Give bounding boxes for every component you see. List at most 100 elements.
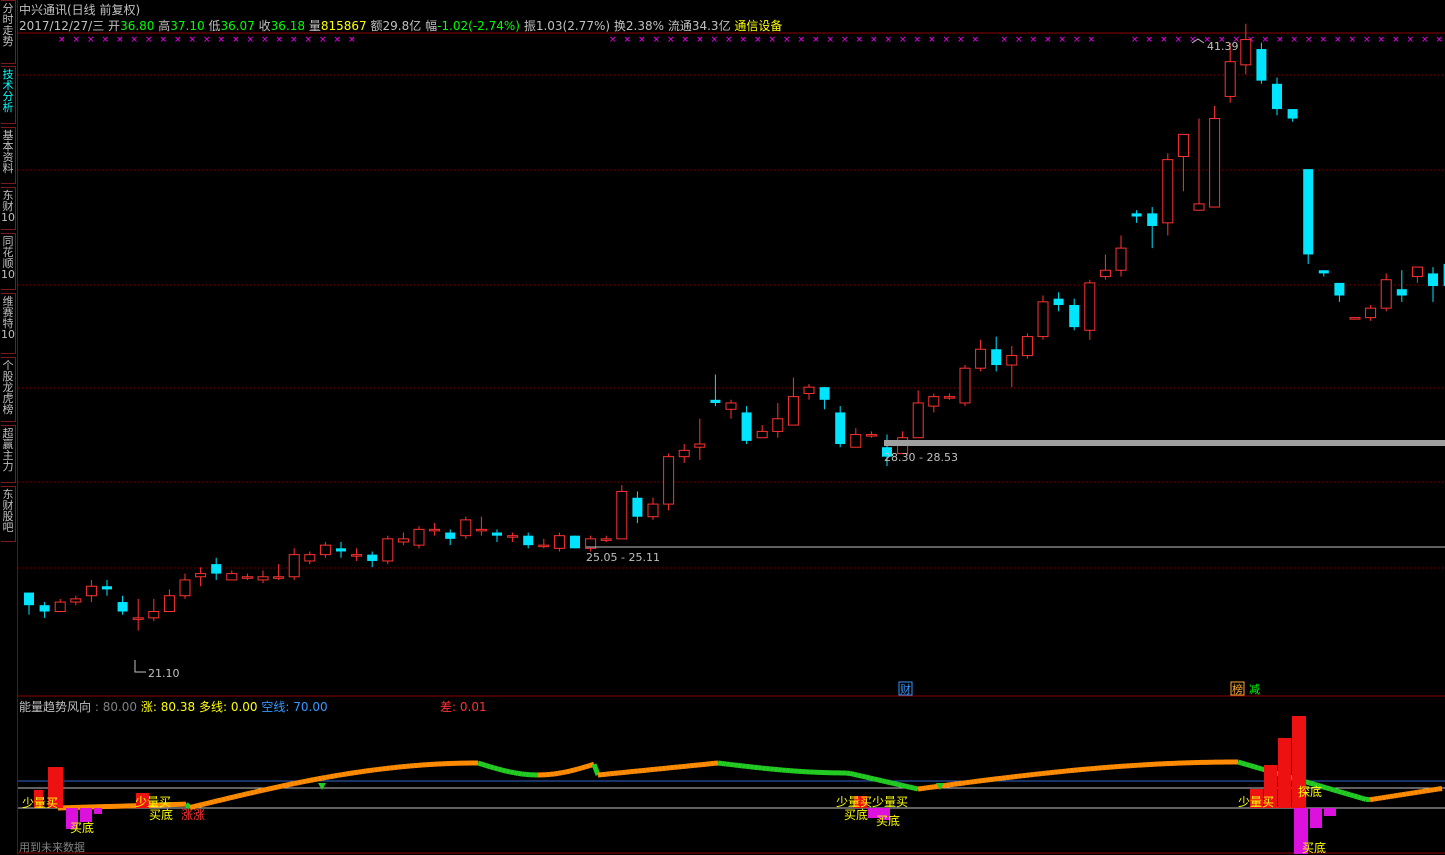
trend-segment — [494, 768, 498, 769]
trend-segment — [970, 782, 974, 783]
trend-segment — [370, 770, 374, 771]
candle-body — [820, 387, 830, 400]
sidebar-tab-4[interactable]: 同花顺10 — [1, 233, 16, 290]
candle-body — [102, 586, 112, 589]
sidebar-tab-3[interactable]: 东财10 — [1, 187, 16, 230]
trend-segment — [958, 783, 962, 784]
trend-segment — [574, 769, 578, 770]
top-marker: × — [131, 35, 139, 45]
candle-body — [1225, 62, 1235, 97]
trend-segment — [218, 800, 222, 801]
trend-segment — [554, 773, 558, 774]
trend-segment — [922, 788, 926, 789]
candle-body — [430, 529, 440, 531]
sidebar-tab-8[interactable]: 东财股吧 — [1, 486, 16, 542]
top-marker: × — [827, 35, 835, 45]
candle-body — [1303, 169, 1313, 254]
trend-segment — [562, 772, 566, 773]
candle-body — [944, 397, 954, 399]
candle-body — [149, 612, 159, 618]
candle-body — [133, 618, 143, 620]
trend-segment — [322, 777, 326, 778]
signal-label: 少量买 — [22, 796, 58, 810]
trend-segment — [1394, 795, 1398, 796]
trend-segment — [886, 782, 890, 783]
candle-body — [336, 548, 346, 551]
candle-body — [1319, 270, 1329, 273]
trend-segment — [334, 775, 338, 776]
top-marker: × — [261, 35, 269, 45]
event-cai-label: 财 — [900, 682, 911, 696]
sidebar-tab-2[interactable]: 基本资料 — [1, 127, 16, 184]
top-marker: × — [189, 35, 197, 45]
top-marker: × — [1073, 35, 1081, 45]
signal-label: 买底 — [149, 807, 173, 822]
kline-chart[interactable]: ××××××××××××××××××××××××××××××××××××××××… — [18, 0, 1445, 854]
trend-segment — [870, 778, 874, 779]
trend-segment — [274, 787, 278, 788]
trend-segment — [882, 781, 886, 782]
trend-segment — [326, 777, 330, 778]
top-marker: × — [972, 35, 980, 45]
trend-segment — [1306, 782, 1310, 783]
top-marker: × — [1363, 35, 1371, 45]
top-marker: × — [1262, 35, 1270, 45]
trend-segment — [1258, 768, 1262, 769]
trend-segment — [330, 776, 334, 777]
trend-segment — [246, 793, 250, 794]
trend-segment — [586, 765, 590, 766]
trend-segment — [914, 788, 918, 789]
candle-body — [976, 349, 986, 368]
top-marker: × — [87, 35, 95, 45]
signal-magenta-bar — [80, 808, 92, 822]
signal-label: 少量买 — [135, 795, 171, 809]
sidebar-tab-6[interactable]: 个股龙虎榜 — [1, 357, 16, 422]
candle-body — [1366, 308, 1376, 317]
signal-label: 买底 — [844, 807, 868, 822]
candle-body — [445, 533, 455, 539]
trend-segment — [258, 790, 262, 791]
candle-body — [1350, 318, 1360, 320]
sidebar-tab-1[interactable]: 技术分析 — [1, 66, 16, 124]
top-marker: × — [1030, 35, 1038, 45]
candle-body — [242, 577, 252, 579]
signal-red-bar — [1278, 738, 1291, 808]
sidebar-tab-0[interactable]: 分时走势 — [1, 0, 16, 64]
trend-segment — [206, 803, 210, 804]
trend-segment — [962, 783, 966, 784]
candle-body — [367, 555, 377, 561]
trend-segment — [290, 784, 294, 785]
trend-segment — [250, 792, 254, 793]
top-marker: × — [1131, 35, 1139, 45]
sidebar-tab-5[interactable]: 维赛特10 — [1, 293, 16, 354]
trend-segment — [898, 784, 902, 785]
trend-segment — [1238, 762, 1242, 763]
event-jian-label: 减 — [1249, 683, 1260, 696]
trend-segment — [286, 784, 290, 785]
candle-body — [804, 387, 814, 393]
trend-segment — [934, 786, 938, 787]
trend-segment — [338, 775, 342, 776]
trend-segment — [358, 772, 362, 773]
trend-segment — [514, 773, 518, 774]
trend-segment — [210, 802, 214, 803]
candle-body — [929, 397, 939, 406]
top-marker: × — [305, 35, 313, 45]
trend-segment — [946, 785, 950, 786]
trend-segment — [242, 794, 246, 795]
top-marker: × — [609, 35, 617, 45]
trend-segment — [878, 780, 882, 781]
trend-segment — [302, 781, 306, 782]
trend-segment — [1414, 792, 1418, 793]
candle-body — [1412, 267, 1422, 276]
top-marker: × — [783, 35, 791, 45]
event-bang-label: 榜 — [1232, 682, 1243, 696]
trend-segment — [346, 773, 350, 774]
trend-segment — [270, 788, 274, 789]
top-marker: × — [711, 35, 719, 45]
top-marker: × — [1001, 35, 1009, 45]
top-marker: × — [290, 35, 298, 45]
candle-body — [1147, 213, 1157, 226]
sidebar-tab-7[interactable]: 超赢主力 — [1, 425, 16, 483]
trend-segment — [1334, 790, 1338, 791]
